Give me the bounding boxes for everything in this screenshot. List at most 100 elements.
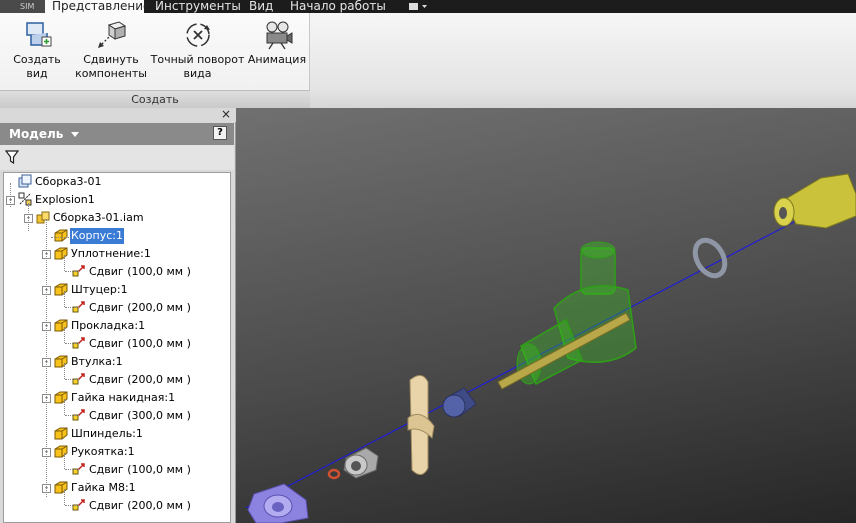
browser-header[interactable]: Модель ? — [0, 123, 234, 145]
washer-model[interactable] — [689, 235, 731, 281]
tweak-icon — [72, 498, 86, 517]
gasket-small-model[interactable] — [327, 468, 341, 480]
tree-connector — [65, 505, 79, 506]
tree-item-label: Сдвиг (200,0 мм ) — [89, 373, 191, 386]
close-icon[interactable]: × — [221, 108, 231, 121]
tree-item-label: Сдвиг (100,0 мм ) — [89, 337, 191, 350]
tree-item-label: Прокладка:1 — [71, 319, 146, 332]
part-icon — [54, 354, 68, 373]
tree-connector — [10, 183, 11, 207]
assembly-icon — [36, 210, 50, 229]
tree-item[interactable]: Explosion1 — [18, 192, 96, 208]
model-tree: Сборка3-01 Explosion1- Сборка3-01.iam - Корп… — [3, 172, 231, 523]
tree-item-label: Сдвиг (200,0 мм ) — [89, 499, 191, 512]
create-view-icon — [26, 22, 52, 47]
tree-connector — [64, 327, 65, 343]
tree-item[interactable]: Шпиндель:1 — [54, 426, 144, 442]
browser-titlebar[interactable]: × — [0, 108, 236, 122]
tree-connector — [64, 255, 65, 271]
tab-tools[interactable]: Инструменты — [155, 0, 241, 13]
ribbon-options-icon[interactable] — [408, 1, 428, 12]
tree-item-label: Сдвиг (200,0 мм ) — [89, 301, 191, 314]
part-icon — [54, 444, 68, 463]
tree-item[interactable]: Прокладка:1 — [54, 318, 146, 334]
handle-model[interactable] — [407, 375, 435, 475]
chevron-down-icon[interactable] — [70, 131, 79, 138]
menu-bar: SIM Представление Инструменты Вид Начало… — [0, 0, 856, 13]
tree-item-tweak[interactable]: Сдвиг (200,0 мм ) — [72, 300, 192, 316]
graphics-viewport[interactable] — [236, 108, 856, 523]
tree-connector — [64, 489, 65, 505]
tree-item-tweak[interactable]: Сдвиг (300,0 мм ) — [72, 408, 192, 424]
tree-item[interactable]: Штуцер:1 — [54, 282, 129, 298]
precise-rotate-button[interactable]: Точный поворот вида — [150, 19, 245, 81]
tab-presentation[interactable]: Представление — [45, 0, 150, 13]
tree-item[interactable]: Сборка3-01 — [18, 174, 103, 190]
tree-connector — [65, 469, 79, 470]
model-browser: × Модель ? Сборка3-01 Explosion1- Сборка3-… — [0, 108, 236, 523]
tree-connector — [64, 399, 65, 415]
tweak-components-button[interactable]: Сдвинуть компоненты — [75, 19, 147, 81]
tree-item[interactable]: Сборка3-01.iam — [36, 210, 145, 226]
tree-item[interactable]: Гайка М8:1 — [54, 480, 137, 496]
tree-item[interactable]: Рукоятка:1 — [54, 444, 136, 460]
tree-connector — [65, 271, 79, 272]
tweak-icon — [72, 462, 86, 481]
spindle-sleeve-model[interactable] — [442, 387, 477, 418]
ribbon-panel-create: Создать вид Сдвинуть компоненты Точный п… — [0, 13, 310, 108]
precise-rotate-icon — [185, 23, 210, 47]
tree-item[interactable]: Уплотнение:1 — [54, 246, 152, 262]
explosion-icon — [18, 192, 32, 211]
tree-connector — [65, 307, 79, 308]
animation-button[interactable]: Анимация — [247, 19, 307, 67]
browser-toolbar — [0, 145, 234, 170]
tree-item-label: Сдвиг (100,0 мм ) — [89, 463, 191, 476]
help-button[interactable]: ? — [213, 126, 227, 140]
tab-view[interactable]: Вид — [249, 0, 273, 13]
tweak-icon — [72, 372, 86, 391]
tree-item-tweak[interactable]: Сдвиг (100,0 мм ) — [72, 264, 192, 280]
tree-connector — [64, 363, 65, 379]
tree-connector — [65, 415, 79, 416]
precise-rotate-label: Точный поворот вида — [150, 53, 245, 80]
tweak-components-icon — [98, 21, 127, 48]
tree-connector — [65, 343, 79, 344]
tree-item-tweak[interactable]: Сдвиг (200,0 мм ) — [72, 372, 192, 388]
tree-connector — [64, 291, 65, 307]
animation-icon — [266, 21, 293, 50]
filter-icon[interactable] — [4, 150, 20, 167]
bushing-model[interactable] — [343, 447, 379, 479]
part-icon — [54, 390, 68, 409]
hex-nut-model[interactable] — [247, 483, 309, 523]
tab-get-started[interactable]: Начало работы — [290, 0, 386, 13]
create-view-label: Создать вид — [13, 53, 61, 80]
tree-item[interactable]: Корпус:1 — [54, 228, 124, 244]
app-badge[interactable]: SIM — [0, 0, 45, 13]
part-icon — [54, 480, 68, 499]
app-badge-label: SIM — [20, 2, 35, 11]
part-icon — [54, 246, 68, 265]
ribbon: Создать вид Сдвинуть компоненты Точный п… — [0, 13, 856, 108]
tree-item-label: Втулка:1 — [71, 355, 123, 368]
create-view-button[interactable]: Создать вид — [2, 19, 72, 81]
tree-connector — [51, 237, 71, 238]
tree-item-tweak[interactable]: Сдвиг (100,0 мм ) — [72, 336, 192, 352]
part-icon — [54, 426, 68, 445]
tree-connector — [64, 453, 65, 469]
fitting-model[interactable] — [773, 173, 856, 229]
animation-label: Анимация — [247, 53, 307, 66]
tweak-icon — [72, 408, 86, 427]
tree-item-label: Штуцер:1 — [71, 283, 128, 296]
tree-item-tweak[interactable]: Сдвиг (100,0 мм ) — [72, 462, 192, 478]
tree-connector — [46, 219, 47, 497]
presentation-icon — [18, 174, 32, 193]
tree-item-tweak[interactable]: Сдвиг (200,0 мм ) — [72, 498, 192, 514]
tree-item-label: Сборка3-01 — [35, 175, 102, 188]
tweak-components-label: Сдвинуть компоненты — [75, 53, 147, 80]
browser-title: Модель — [9, 127, 64, 141]
tree-item-label: Explosion1 — [35, 193, 95, 206]
ribbon-panel-title: Создать — [0, 90, 310, 108]
tree-item[interactable]: Гайка накидная:1 — [54, 390, 176, 406]
tree-item-label: Сборка3-01.iam — [53, 211, 144, 224]
tree-item-label: Корпус:1 — [70, 228, 124, 244]
